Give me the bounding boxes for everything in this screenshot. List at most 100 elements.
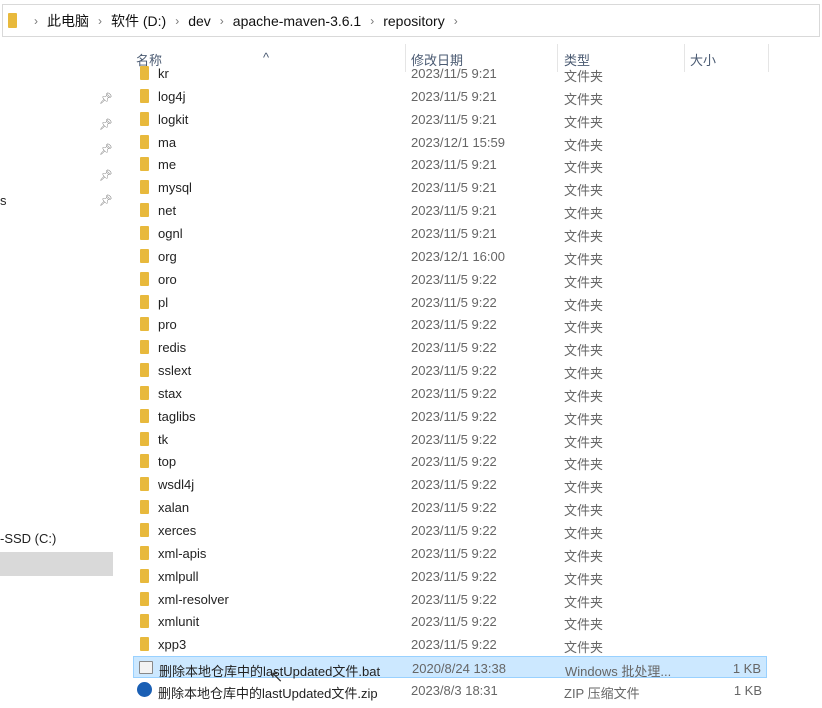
- file-type: 文件夹: [564, 503, 604, 519]
- folder-icon: [140, 111, 149, 126]
- file-row[interactable]: 删除本地仓库中的lastUpdated文件.bat 2020/8/24 13:3…: [133, 656, 767, 679]
- file-row[interactable]: wsdl4j 2023/11/5 9:22 文件夹: [133, 473, 767, 495]
- file-date: 2023/11/5 9:22: [411, 591, 497, 607]
- file-name: top: [158, 454, 177, 470]
- folder-icon: [140, 248, 149, 263]
- folder-icon: [140, 568, 149, 583]
- file-type: ZIP 压缩文件: [564, 685, 640, 701]
- file-name: log4j: [158, 88, 186, 104]
- folder-icon: [140, 477, 149, 492]
- folder-icon: [140, 271, 149, 286]
- folder-icon: [140, 408, 149, 423]
- folder-icon: [140, 454, 149, 469]
- nav-item-selected[interactable]: [0, 552, 113, 576]
- breadcrumb-drive-d[interactable]: 软件 (D:): [111, 11, 166, 31]
- file-date: 2023/11/5 9:22: [411, 317, 497, 333]
- pin-icon[interactable]: 📌︎: [99, 118, 113, 131]
- file-row[interactable]: ognl 2023/11/5 9:21 文件夹: [133, 222, 767, 244]
- file-type: 文件夹: [564, 548, 604, 564]
- file-type: 文件夹: [564, 206, 604, 222]
- file-type: 文件夹: [564, 434, 604, 450]
- file-type: 文件夹: [564, 571, 604, 587]
- file-row[interactable]: tk 2023/11/5 9:22 文件夹: [133, 428, 767, 450]
- address-bar[interactable]: › 此电脑 › 软件 (D:) › dev › apache-maven-3.6…: [2, 4, 820, 37]
- file-date: 2023/11/5 9:22: [411, 363, 497, 379]
- breadcrumb-repository[interactable]: repository: [383, 13, 444, 29]
- file-name: mysql: [158, 180, 192, 196]
- folder-icon: [140, 225, 149, 240]
- nav-item-drive-c[interactable]: -SSD (C:): [0, 531, 56, 546]
- folder-icon: [8, 13, 17, 28]
- file-type: 文件夹: [564, 320, 604, 336]
- pin-icon[interactable]: 📌︎: [99, 169, 113, 182]
- chevron-right-icon[interactable]: ›: [98, 14, 102, 28]
- file-row[interactable]: xalan 2023/11/5 9:22 文件夹: [133, 496, 767, 518]
- folder-icon: [140, 385, 149, 400]
- file-date: 2023/11/5 9:21: [411, 111, 497, 127]
- file-row[interactable]: oro 2023/11/5 9:22 文件夹: [133, 268, 767, 290]
- chevron-right-icon[interactable]: ›: [34, 14, 38, 28]
- file-date: 2023/12/1 16:00: [411, 248, 505, 264]
- file-row[interactable]: logkit 2023/11/5 9:21 文件夹: [133, 108, 767, 130]
- file-row[interactable]: mysql 2023/11/5 9:21 文件夹: [133, 176, 767, 198]
- file-row[interactable]: kr 2023/11/5 9:21 文件夹: [133, 62, 767, 84]
- file-row[interactable]: org 2023/12/1 16:00 文件夹: [133, 245, 767, 267]
- file-row[interactable]: pl 2023/11/5 9:22 文件夹: [133, 291, 767, 313]
- file-date: 2023/11/5 9:22: [411, 637, 497, 653]
- file-type: 文件夹: [564, 160, 604, 176]
- file-row[interactable]: xerces 2023/11/5 9:22 文件夹: [133, 519, 767, 541]
- file-row[interactable]: sslext 2023/11/5 9:22 文件夹: [133, 359, 767, 381]
- file-name: redis: [158, 340, 187, 356]
- file-date: 2023/11/5 9:21: [411, 225, 497, 241]
- folder-icon: [140, 134, 149, 149]
- file-date: 2023/11/5 9:22: [411, 294, 497, 310]
- file-row[interactable]: redis 2023/11/5 9:22 文件夹: [133, 336, 767, 358]
- folder-icon: [140, 88, 149, 103]
- folder-icon: [140, 157, 149, 172]
- breadcrumb-dev[interactable]: dev: [188, 13, 211, 29]
- file-row[interactable]: 删除本地仓库中的lastUpdated文件.zip 2023/8/3 18:31…: [133, 679, 767, 701]
- file-row[interactable]: ma 2023/12/1 15:59 文件夹: [133, 131, 767, 153]
- file-date: 2023/11/5 9:22: [411, 454, 497, 470]
- breadcrumb-maven[interactable]: apache-maven-3.6.1: [233, 13, 361, 29]
- folder-icon: [140, 614, 149, 629]
- file-row[interactable]: xmlunit 2023/11/5 9:22 文件夹: [133, 610, 767, 632]
- file-row[interactable]: taglibs 2023/11/5 9:22 文件夹: [133, 405, 767, 427]
- chevron-right-icon[interactable]: ›: [454, 14, 458, 28]
- file-date: 2023/11/5 9:22: [411, 431, 497, 447]
- file-date: 2023/11/5 9:22: [411, 385, 497, 401]
- file-type: 文件夹: [564, 640, 604, 656]
- file-type: 文件夹: [564, 251, 604, 267]
- file-type: 文件夹: [564, 343, 604, 359]
- chevron-right-icon[interactable]: ›: [370, 14, 374, 28]
- folder-icon: [140, 637, 149, 652]
- file-type: 文件夹: [564, 297, 604, 313]
- file-name: pl: [158, 294, 169, 310]
- file-date: 2023/11/5 9:21: [411, 180, 497, 196]
- file-type: 文件夹: [564, 228, 604, 244]
- chevron-right-icon[interactable]: ›: [175, 14, 179, 28]
- file-date: 2023/11/5 9:21: [411, 88, 497, 104]
- file-row[interactable]: net 2023/11/5 9:21 文件夹: [133, 199, 767, 221]
- pin-icon[interactable]: 📌︎: [99, 194, 113, 207]
- file-row[interactable]: xml-apis 2023/11/5 9:22 文件夹: [133, 542, 767, 564]
- file-row[interactable]: xml-resolver 2023/11/5 9:22 文件夹: [133, 588, 767, 610]
- file-name: logkit: [158, 111, 189, 127]
- nav-item-partial[interactable]: s: [0, 193, 7, 208]
- pin-icon[interactable]: 📌︎: [99, 143, 113, 156]
- folder-icon: [140, 545, 149, 560]
- file-row[interactable]: me 2023/11/5 9:21 文件夹: [133, 153, 767, 175]
- folder-icon: [140, 203, 149, 218]
- file-row[interactable]: xmlpull 2023/11/5 9:22 文件夹: [133, 565, 767, 587]
- file-row[interactable]: pro 2023/11/5 9:22 文件夹: [133, 313, 767, 335]
- file-row[interactable]: log4j 2023/11/5 9:21 文件夹: [133, 85, 767, 107]
- folder-icon: [140, 66, 149, 80]
- breadcrumb-this-pc[interactable]: 此电脑: [47, 11, 89, 31]
- chevron-right-icon[interactable]: ›: [220, 14, 224, 28]
- file-row[interactable]: top 2023/11/5 9:22 文件夹: [133, 450, 767, 472]
- file-row[interactable]: xpp3 2023/11/5 9:22 文件夹: [133, 633, 767, 655]
- file-row[interactable]: stax 2023/11/5 9:22 文件夹: [133, 382, 767, 404]
- folder-icon: [140, 431, 149, 446]
- pin-icon[interactable]: 📌︎: [99, 92, 113, 105]
- folder-icon: [140, 294, 149, 309]
